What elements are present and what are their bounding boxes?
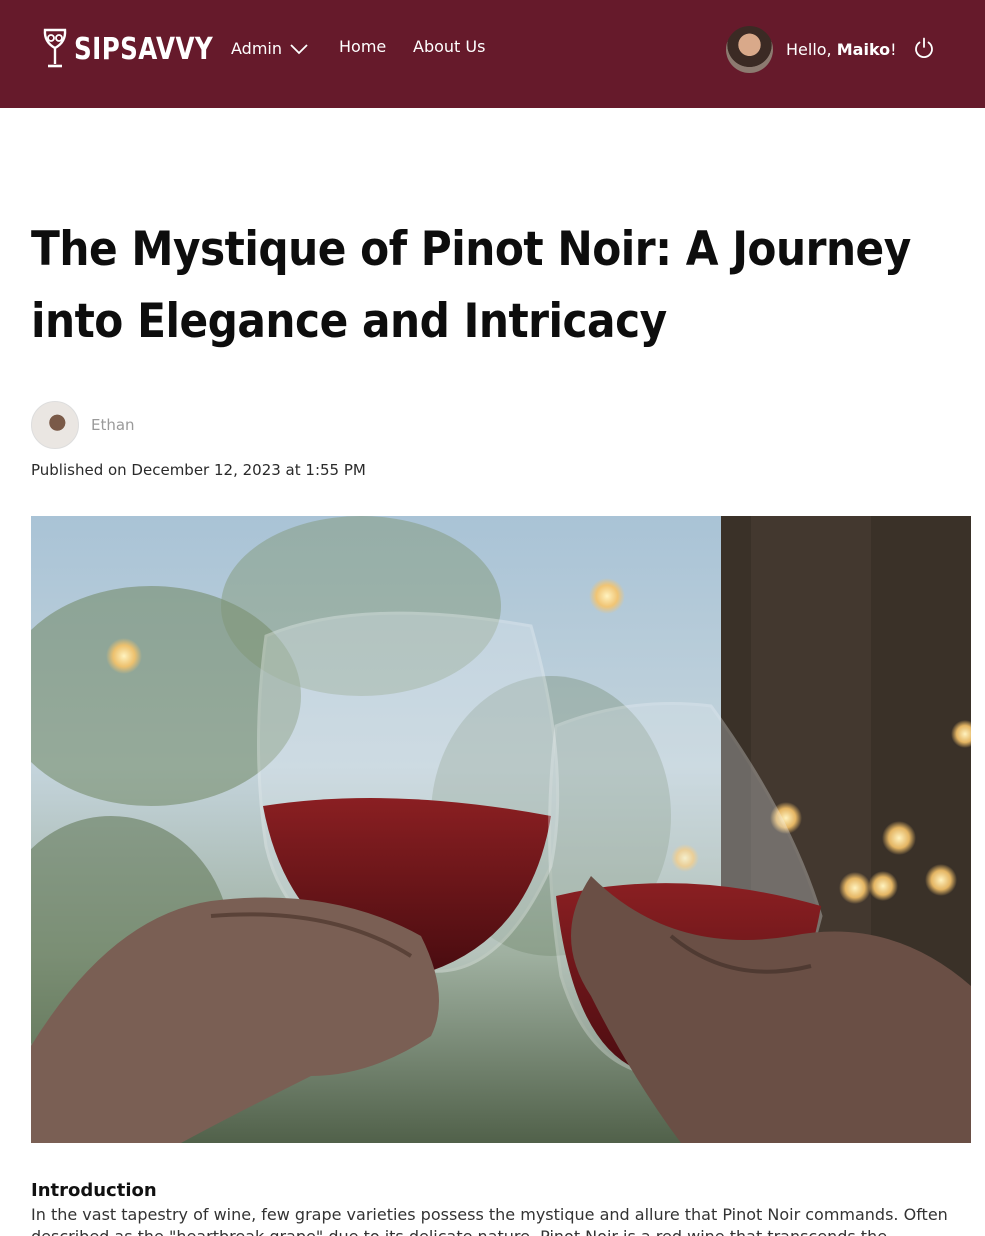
user-avatar[interactable] xyxy=(726,26,773,73)
nav-home-link[interactable]: Home xyxy=(339,37,386,56)
chevron-down-icon xyxy=(290,43,308,54)
top-navbar: SIPSAVVY Admin Home About Us Hello, Maik… xyxy=(0,0,985,108)
logout-power-icon[interactable] xyxy=(912,36,936,60)
nav-admin-label: Admin xyxy=(231,39,282,58)
author-avatar xyxy=(31,401,79,449)
brand-logo[interactable]: SIPSAVVY xyxy=(42,27,244,71)
nav-admin-dropdown[interactable]: Admin xyxy=(231,39,308,58)
brand-name: SIPSAVVY xyxy=(74,31,214,67)
nav-about-link[interactable]: About Us xyxy=(413,37,485,56)
user-greeting: Hello, Maiko! xyxy=(786,40,897,59)
article-title: The Mystique of Pinot Noir: A Journey in… xyxy=(31,222,911,349)
hero-image-wine-toast xyxy=(31,516,971,1143)
published-date: Published on December 12, 2023 at 1:55 P… xyxy=(31,461,366,479)
section-heading-introduction: Introduction xyxy=(31,1180,157,1201)
hero-illustration xyxy=(31,516,971,1143)
greeting-prefix: Hello, xyxy=(786,40,837,59)
greeting-suffix: ! xyxy=(890,40,897,59)
author-name: Ethan xyxy=(91,416,135,434)
article-intro-paragraph: In the vast tapestry of wine, few grape … xyxy=(31,1205,948,1236)
greeting-user-name: Maiko xyxy=(836,40,891,59)
wine-glass-logo-icon xyxy=(43,28,67,68)
